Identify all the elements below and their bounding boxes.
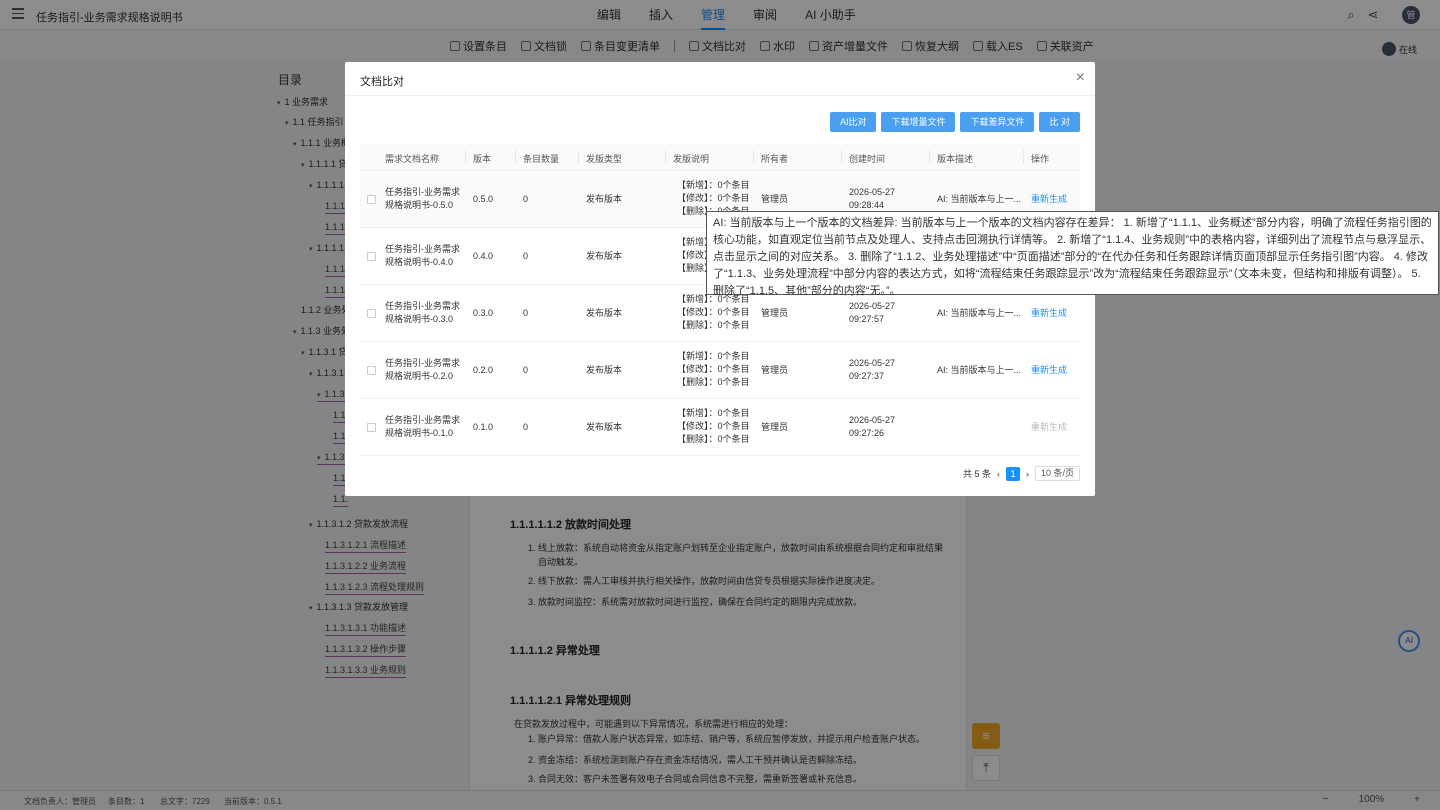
version-cell: 0.1.0 [473, 422, 494, 432]
release-type-cell: 发布版本 [586, 365, 623, 375]
doc-name-line1: 任务指引-业务需求 [385, 244, 460, 254]
row-checkbox[interactable] [367, 195, 376, 204]
owner-cell: 管理员 [761, 365, 789, 375]
created-time: 09:27:57 [849, 314, 885, 324]
created-date: 2026-05-27 [849, 358, 896, 368]
release-type-cell: 发布版本 [586, 422, 623, 432]
release-note-line: 【删除】：0个条目 [677, 320, 750, 330]
entry-count-cell: 0 [523, 251, 529, 261]
column-header: 发版类型 [586, 154, 623, 164]
table-row: 任务指引-业务需求 规格说明书-0.1.0 0.1.0 0 发布版本 【新增】：0个条目【… [360, 399, 1080, 456]
column-divider [578, 150, 579, 164]
column-divider [515, 150, 516, 164]
version-cell: 0.5.0 [473, 194, 494, 204]
prev-page-button[interactable]: ‹ [997, 469, 1000, 479]
doc-name-line2: 规格说明书-0.1.0 [385, 428, 454, 438]
column-header: 需求文档名称 [385, 154, 440, 164]
release-note-line: 【删除】：0个条目 [677, 434, 750, 444]
regenerate-button[interactable]: 重新生成 [1031, 364, 1067, 377]
row-checkbox[interactable] [367, 252, 376, 261]
ai-compare-button[interactable]: AI比对 [829, 112, 877, 132]
table-header: 需求文档名称 版本 条目数量 发版类型 发版说明 所有者 创建时间 版本描述 操作 [360, 144, 1080, 171]
regenerate-button[interactable]: 重新生成 [1031, 193, 1067, 206]
row-checkbox[interactable] [367, 309, 376, 318]
row-checkbox[interactable] [367, 423, 376, 432]
doc-name-line1: 任务指引-业务需求 [385, 415, 460, 425]
release-type-cell: 发布版本 [586, 308, 623, 318]
release-note-line: 【修改】：0个条目 [677, 193, 750, 203]
version-table: 需求文档名称 版本 条目数量 发版类型 发版说明 所有者 创建时间 版本描述 操作 任务指引-业… [360, 144, 1080, 456]
release-type-cell: 发布版本 [586, 251, 623, 261]
regenerate-button: 重新生成 [1031, 422, 1068, 432]
version-desc-cell[interactable]: AI: 当前版本与上一... [937, 193, 1021, 206]
release-note-line: 【修改】：0个条目 [677, 364, 750, 374]
version-desc-tooltip: AI: 当前版本与上一个版本的文档差异: 当前版本与上一个版本的文档内容存在差异… [706, 211, 1439, 297]
close-icon[interactable]: × [1076, 70, 1085, 86]
doc-name-line1: 任务指引-业务需求 [385, 187, 460, 197]
entry-count-cell: 0 [523, 422, 529, 432]
total-count: 共 5 条 [962, 469, 991, 479]
regenerate-button[interactable]: 重新生成 [1031, 307, 1067, 320]
version-desc-cell[interactable]: AI: 当前版本与上一... [937, 364, 1021, 377]
modal-title: 文档比对 [360, 76, 404, 88]
download-increment-button[interactable]: 下载增量文件 [881, 112, 956, 132]
column-divider [753, 150, 754, 164]
row-checkbox[interactable] [367, 366, 376, 375]
created-time: 09:27:26 [849, 428, 885, 438]
owner-cell: 管理员 [761, 308, 789, 318]
compare-button[interactable]: 比 对 [1039, 112, 1080, 132]
column-divider [665, 150, 666, 164]
version-cell: 0.2.0 [473, 365, 494, 375]
created-time: 09:27:37 [849, 371, 885, 381]
release-note-line: 【新增】：0个条目 [677, 180, 750, 190]
column-header: 操作 [1031, 154, 1050, 164]
doc-name-line1: 任务指引-业务需求 [385, 358, 460, 368]
next-page-button[interactable]: › [1026, 469, 1029, 479]
column-divider [841, 150, 842, 164]
page-1-button[interactable]: 1 [1005, 466, 1020, 481]
doc-name-line2: 规格说明书-0.3.0 [385, 314, 454, 324]
table-row: 任务指引-业务需求 规格说明书-0.2.0 0.2.0 0 发布版本 【新增】：0个条目【… [360, 342, 1080, 399]
release-note-line: 【删除】：0个条目 [677, 377, 750, 387]
release-note-line: 【修改】：0个条目 [677, 421, 750, 431]
column-divider [1023, 150, 1024, 164]
column-divider [929, 150, 930, 164]
created-date: 2026-05-27 [849, 187, 896, 197]
column-header: 版本描述 [937, 154, 974, 164]
release-note-line: 【修改】：0个条目 [677, 307, 750, 317]
page-size-select[interactable]: 10 条/页 [1034, 466, 1080, 481]
doc-name-line2: 规格说明书-0.2.0 [385, 371, 454, 381]
column-header: 所有者 [761, 154, 789, 164]
entry-count-cell: 0 [523, 308, 529, 318]
version-cell: 0.4.0 [473, 251, 494, 261]
owner-cell: 管理员 [761, 194, 789, 204]
release-type-cell: 发布版本 [586, 194, 623, 204]
created-date: 2026-05-27 [849, 301, 896, 311]
owner-cell: 管理员 [761, 422, 789, 432]
column-divider [465, 150, 466, 164]
version-cell: 0.3.0 [473, 308, 494, 318]
created-date: 2026-05-27 [849, 415, 896, 425]
doc-name-line2: 规格说明书-0.4.0 [385, 257, 454, 267]
doc-name-line2: 规格说明书-0.5.0 [385, 200, 454, 210]
column-header: 创建时间 [849, 154, 886, 164]
release-note-line: 【新增】：0个条目 [677, 408, 750, 418]
release-note-line: 【新增】：0个条目 [677, 351, 750, 361]
entry-count-cell: 0 [523, 365, 529, 375]
column-header: 发版说明 [673, 154, 710, 164]
column-header: 版本 [473, 154, 492, 164]
entry-count-cell: 0 [523, 194, 529, 204]
pagination: 共 5 条 ‹ 1 › 10 条/页 [963, 466, 1080, 481]
version-desc-cell[interactable]: AI: 当前版本与上一... [937, 307, 1021, 320]
download-diff-button[interactable]: 下载差异文件 [960, 112, 1035, 132]
doc-name-line1: 任务指引-业务需求 [385, 301, 460, 311]
column-header: 条目数量 [523, 154, 560, 164]
